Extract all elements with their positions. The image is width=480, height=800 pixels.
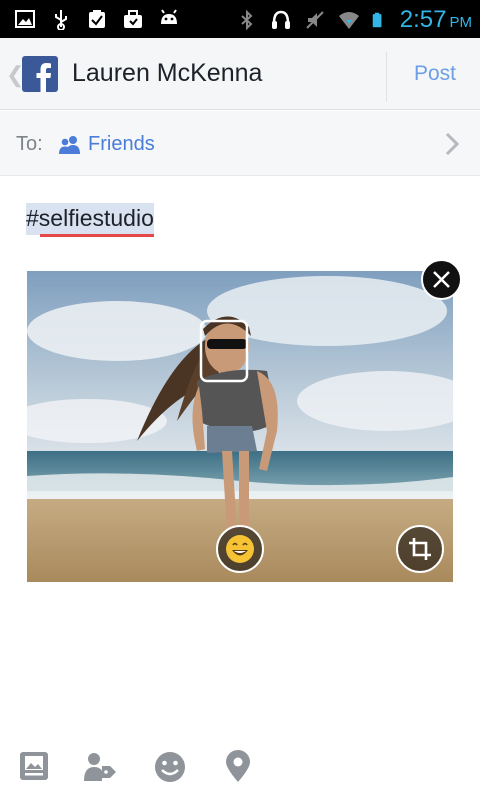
compose-text-field[interactable]: #selfiestudio <box>26 203 154 237</box>
close-icon <box>433 271 450 288</box>
audience-friends-label: Friends <box>88 133 155 155</box>
feeling-icon[interactable] <box>153 750 187 784</box>
compose-text: #selfiestudio <box>26 205 154 231</box>
header-divider <box>386 52 387 102</box>
android-icon <box>161 9 177 24</box>
post-button[interactable]: Post <box>414 62 456 86</box>
headset-icon <box>271 10 290 29</box>
photo-album-icon[interactable] <box>17 750 51 784</box>
briefcase-icon <box>124 10 142 28</box>
bluetooth-icon <box>241 9 253 31</box>
chevron-right-icon <box>445 132 460 156</box>
status-clock: 2:57 PM <box>400 6 472 34</box>
mute-icon <box>306 11 324 29</box>
crop-button[interactable] <box>396 525 444 573</box>
usb-icon <box>55 10 67 30</box>
crop-icon <box>409 538 431 560</box>
gallery-icon <box>15 10 35 28</box>
add-sticker-button[interactable] <box>216 525 264 573</box>
facebook-icon[interactable] <box>22 56 58 92</box>
page-title: Lauren McKenna <box>72 59 263 87</box>
audience-selector[interactable]: To: Friends <box>0 111 480 176</box>
remove-photo-button[interactable] <box>421 259 462 300</box>
location-icon[interactable] <box>221 750 255 784</box>
spellcheck-underline <box>40 234 154 237</box>
status-bar: 2:57 PM <box>0 0 480 38</box>
tag-people-icon[interactable] <box>82 750 116 784</box>
to-label: To: <box>16 133 43 155</box>
clock-ampm: PM <box>449 14 473 31</box>
clipboard-check-icon <box>89 10 105 28</box>
friends-icon <box>59 136 80 154</box>
composer-header: ❮ Lauren McKenna Post <box>0 38 480 110</box>
emoji-icon <box>226 535 254 563</box>
wifi-icon <box>338 12 359 29</box>
composer-toolbar <box>0 738 480 800</box>
clock-time: 2:57 <box>399 6 447 33</box>
battery-icon <box>372 12 382 28</box>
